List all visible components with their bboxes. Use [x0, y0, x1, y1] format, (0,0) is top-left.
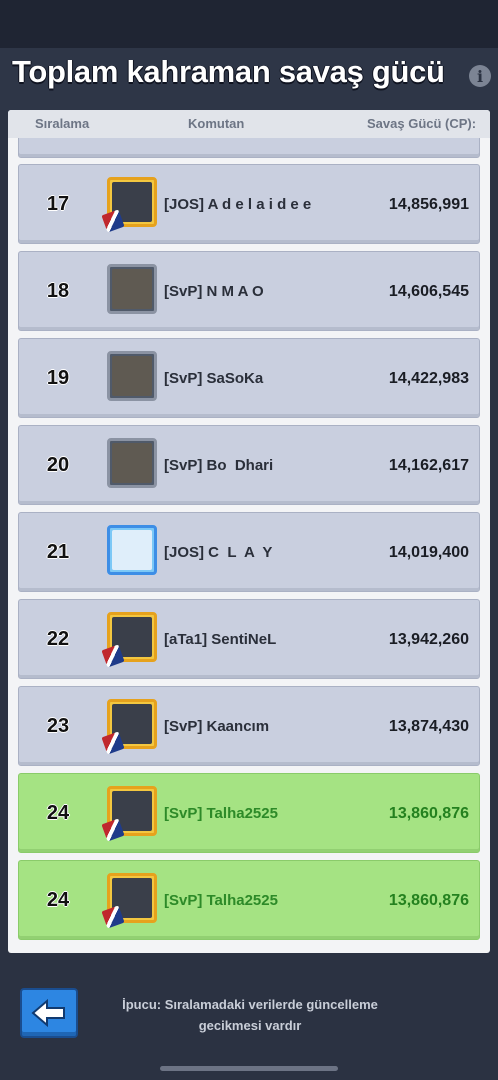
avatar-image — [112, 530, 152, 570]
commander-name: [SvP] Talha2525 — [164, 892, 278, 909]
ranking-panel: Sıralama Komutan Savaş Gücü (CP): 17 [JOS… — [8, 110, 490, 953]
back-button[interactable] — [20, 988, 78, 1038]
ranking-list[interactable]: 17 [JOS] A d e l a i d e e 14,856,991 18 [Sv… — [18, 138, 480, 953]
combat-power-value: 13,860,876 — [388, 892, 469, 909]
table-row[interactable]: 22 [aTa1] SentiNeL 13,942,260 — [18, 599, 480, 679]
hint-text: İpucu: Sıralamadaki verilerde güncelleme… — [122, 997, 378, 1033]
avatar[interactable] — [107, 264, 157, 314]
avatar[interactable] — [101, 873, 157, 929]
avatar[interactable] — [101, 612, 157, 668]
rank-value: 19 — [46, 367, 70, 389]
combat-power-value: 13,874,430 — [388, 718, 469, 735]
avatar[interactable] — [107, 525, 157, 575]
avatar[interactable] — [107, 351, 157, 401]
avatar[interactable] — [107, 438, 157, 488]
commander-name: [SvP] N M A O — [164, 283, 264, 300]
avatar-image — [112, 356, 152, 396]
column-commander-label: Komutan — [188, 116, 245, 131]
avatar-image — [112, 443, 152, 483]
combat-power-value: 13,942,260 — [388, 631, 469, 648]
table-row[interactable]: 18 [SvP] N M A O 14,606,545 — [18, 251, 480, 331]
combat-power-value: 14,606,545 — [388, 283, 469, 300]
table-row[interactable]: 24 [SvP] Talha2525 13,860,876 — [18, 773, 480, 853]
avatar-image — [112, 269, 152, 309]
commander-name: [SvP] SaSoKa — [164, 370, 264, 387]
avatar[interactable] — [101, 177, 157, 233]
status-bar-area — [0, 0, 498, 48]
rank-value: 22 — [46, 628, 70, 650]
rank-value: 18 — [46, 280, 70, 302]
rank-value: 21 — [46, 541, 70, 563]
combat-power-value: 14,162,617 — [388, 457, 469, 474]
column-rank-label: Sıralama — [35, 116, 90, 131]
back-arrow-icon — [31, 998, 65, 1028]
rank-value: 24 — [46, 889, 70, 911]
combat-power-value: 14,422,983 — [388, 370, 469, 387]
commander-name: [aTa1] SentiNeL — [164, 631, 277, 648]
table-row[interactable]: 24 [SvP] Talha2525 13,860,876 — [18, 860, 480, 940]
table-row[interactable]: 21 [JOS] C L A Y 14,019,400 — [18, 512, 480, 592]
rank-value: 23 — [46, 715, 70, 737]
commander-name: [SvP] Talha2525 — [164, 805, 278, 822]
commander-name: [JOS] C L A Y — [164, 544, 273, 561]
table-row[interactable]: 17 [JOS] A d e l a i d e e 14,856,991 — [18, 164, 480, 244]
table-row[interactable]: 19 [SvP] SaSoKa 14,422,983 — [18, 338, 480, 418]
table-row-partial — [18, 138, 480, 158]
column-power-label: Savaş Gücü (CP): — [367, 116, 477, 131]
page-title: Toplam kahraman savaş gücü — [12, 54, 445, 89]
combat-power-value: 14,019,400 — [388, 544, 469, 561]
rank-value: 17 — [46, 193, 70, 215]
table-row[interactable]: 20 [SvP] Bo Dhari 14,162,617 — [18, 425, 480, 505]
column-header: Sıralama Komutan Savaş Gücü (CP): — [8, 110, 490, 138]
combat-power-value: 14,856,991 — [388, 196, 469, 213]
commander-name: [SvP] Kaancım — [164, 718, 270, 735]
avatar[interactable] — [101, 786, 157, 842]
info-icon[interactable]: i — [469, 65, 491, 87]
home-indicator — [160, 1066, 338, 1071]
commander-name: [JOS] A d e l a i d e e — [164, 196, 312, 213]
combat-power-value: 13,860,876 — [388, 805, 469, 822]
avatar[interactable] — [101, 699, 157, 755]
rank-value: 20 — [46, 454, 70, 476]
commander-name: [SvP] Bo Dhari — [164, 457, 274, 474]
rank-value: 24 — [46, 802, 70, 824]
table-row[interactable]: 23 [SvP] Kaancım 13,874,430 — [18, 686, 480, 766]
